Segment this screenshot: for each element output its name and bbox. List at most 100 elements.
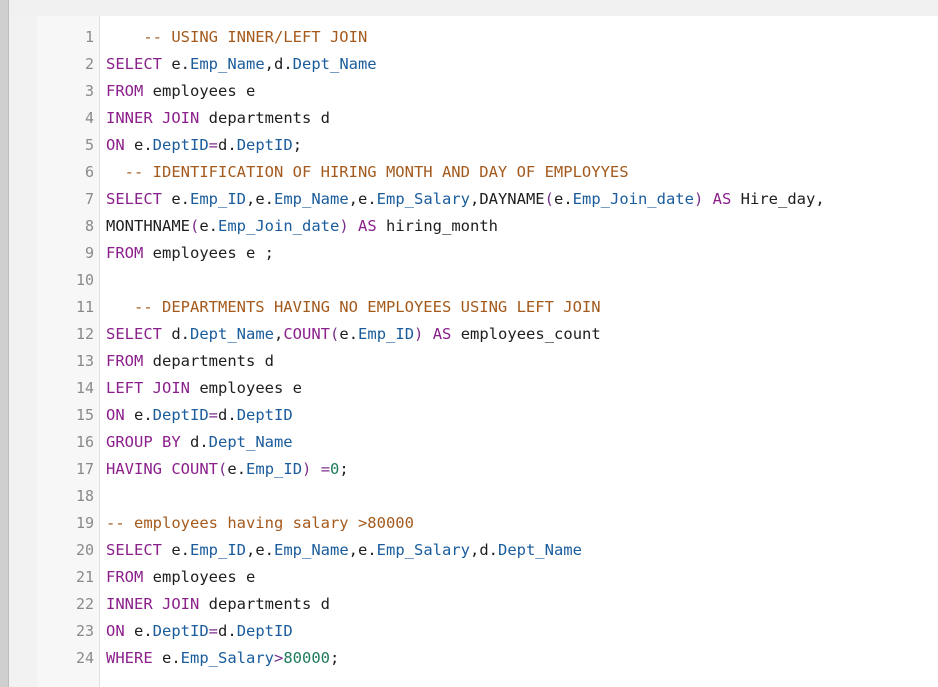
code-line[interactable]: 3 FROM employees e <box>37 78 938 105</box>
code-token: hiring_month <box>376 217 499 235</box>
code-token: ( <box>544 190 554 208</box>
code-token: e. <box>162 55 190 73</box>
code-text: SELECT d.Dept_Name,COUNT(e.Emp_ID) AS em… <box>106 321 601 348</box>
code-token: ) <box>339 217 349 235</box>
code-token: MONTHNAME <box>106 217 190 235</box>
line-number: 4 <box>84 109 94 127</box>
code-text: -- DEPARTMENTS HAVING NO EMPLOYEES USING… <box>106 294 601 321</box>
code-token: > <box>274 649 284 667</box>
code-token: e. <box>553 190 573 208</box>
code-token: -- DEPARTMENTS HAVING NO EMPLOYEES USING… <box>106 298 601 316</box>
code-text: ON e.DeptID=d.DeptID <box>106 402 293 429</box>
line-number: 5 <box>84 136 94 154</box>
code-text: FROM departments d <box>106 348 274 375</box>
code-token: e. <box>199 217 219 235</box>
code-line[interactable]: 2 SELECT e.Emp_Name,d.Dept_Name <box>37 51 938 78</box>
code-line[interactable]: 19 -- employees having salary >80000 <box>37 510 938 537</box>
code-token: DeptID <box>152 622 209 640</box>
code-text: ON e.DeptID=d.DeptID; <box>106 132 302 159</box>
code-token: ) <box>302 460 312 478</box>
code-line[interactable]: 18 <box>37 483 938 510</box>
line-number: 13 <box>75 352 94 370</box>
code-text: LEFT JOIN employees e <box>106 375 302 402</box>
code-line[interactable]: 1 -- USING INNER/LEFT JOIN <box>37 24 938 51</box>
line-number: 18 <box>75 487 94 505</box>
code-token: COUNT <box>283 325 331 343</box>
code-line[interactable]: 23 ON e.DeptID=d.DeptID <box>37 618 938 645</box>
code-line[interactable]: 13 FROM departments d <box>37 348 938 375</box>
code-token: ,d. <box>469 541 498 559</box>
code-line[interactable]: 12 SELECT d.Dept_Name,COUNT(e.Emp_ID) AS … <box>37 321 938 348</box>
line-number: 20 <box>75 541 94 559</box>
code-token: FROM <box>106 352 144 370</box>
code-token: employees e ; <box>143 244 274 262</box>
code-token: ON <box>106 136 125 154</box>
code-token: LEFT JOIN <box>106 379 190 397</box>
code-token: WHERE <box>106 649 153 667</box>
code-text: FROM employees e ; <box>106 240 274 267</box>
code-token: DeptID <box>236 136 293 154</box>
code-line[interactable]: 17 HAVING COUNT(e.Emp_ID) =0; <box>37 456 938 483</box>
code-token: ,e. <box>246 190 274 208</box>
code-text: -- IDENTIFICATION OF HIRING MONTH AND DA… <box>106 159 629 186</box>
code-text: INNER JOIN departments d <box>106 105 330 132</box>
code-text: -- USING INNER/LEFT JOIN <box>106 24 367 51</box>
code-token: departments d <box>199 595 330 613</box>
code-token: , <box>274 325 284 343</box>
code-token: FROM <box>106 82 144 100</box>
code-area[interactable]: 1 -- USING INNER/LEFT JOIN 2 SELECT e.Emp_… <box>37 24 938 672</box>
code-token: ( <box>330 325 340 343</box>
code-token: AS <box>703 190 732 208</box>
line-number: 10 <box>75 271 94 289</box>
line-number: 17 <box>75 460 94 478</box>
code-line[interactable]: 4 INNER JOIN departments d <box>37 105 938 132</box>
code-token: DeptID <box>152 136 209 154</box>
line-number: 2 <box>84 55 94 73</box>
code-token: ; <box>292 136 303 154</box>
code-token: Emp_Join_date <box>572 190 694 208</box>
code-token: -- employees having salary >80000 <box>106 514 414 532</box>
sql-editor[interactable]: 1 -- USING INNER/LEFT JOIN 2 SELECT e.Emp_… <box>37 16 938 687</box>
code-text: SELECT e.Emp_ID,e.Emp_Name,e.Emp_Salary,… <box>106 186 825 213</box>
window-top-strip <box>0 0 938 16</box>
code-line[interactable]: 5 ON e.DeptID=d.DeptID; <box>37 132 938 159</box>
code-line[interactable]: 7 SELECT e.Emp_ID,e.Emp_Name,e.Emp_Salary… <box>37 186 938 213</box>
code-text: SELECT e.Emp_ID,e.Emp_Name,e.Emp_Salary,… <box>106 537 582 564</box>
code-token: 0 <box>330 460 340 478</box>
code-token: Emp_Salary <box>180 649 274 667</box>
line-number: 11 <box>75 298 94 316</box>
code-line[interactable]: 9 FROM employees e ; <box>37 240 938 267</box>
code-line[interactable]: 8 MONTHNAME(e.Emp_Join_date) AS hiring_mo… <box>37 213 938 240</box>
code-line[interactable]: 14 LEFT JOIN employees e <box>37 375 938 402</box>
code-token: d. <box>218 136 237 154</box>
line-number: 23 <box>75 622 94 640</box>
code-line[interactable]: 16 GROUP BY d.Dept_Name <box>37 429 938 456</box>
line-number: 22 <box>75 595 94 613</box>
code-line[interactable]: 15 ON e.DeptID=d.DeptID <box>37 402 938 429</box>
code-token: Emp_Name <box>274 541 349 559</box>
code-line[interactable]: 6 -- IDENTIFICATION OF HIRING MONTH AND … <box>37 159 938 186</box>
code-token: departments d <box>199 109 330 127</box>
code-token: SELECT <box>106 55 162 73</box>
code-token: Emp_Salary <box>376 541 470 559</box>
left-panel-edge <box>0 0 9 687</box>
code-line[interactable]: 10 <box>37 267 938 294</box>
code-token: Emp_ID <box>190 541 246 559</box>
code-token: FROM <box>106 568 144 586</box>
code-token: ( <box>190 217 200 235</box>
code-token: ) <box>414 325 424 343</box>
code-token: -- IDENTIFICATION OF HIRING MONTH AND DA… <box>106 163 629 181</box>
code-token: DeptID <box>236 406 293 424</box>
code-token: DeptID <box>152 406 209 424</box>
code-token: Dept_Name <box>208 433 293 451</box>
code-line[interactable]: 20 SELECT e.Emp_ID,e.Emp_Name,e.Emp_Salar… <box>37 537 938 564</box>
code-line[interactable]: 24 WHERE e.Emp_Salary>80000; <box>37 645 938 672</box>
code-text: ON e.DeptID=d.DeptID <box>106 618 293 645</box>
line-number: 6 <box>84 163 94 181</box>
code-token: ,d. <box>264 55 293 73</box>
code-line[interactable]: 22 INNER JOIN departments d <box>37 591 938 618</box>
code-line[interactable]: 11 -- DEPARTMENTS HAVING NO EMPLOYEES US… <box>37 294 938 321</box>
code-line[interactable]: 21 FROM employees e <box>37 564 938 591</box>
code-token: e. <box>124 622 153 640</box>
